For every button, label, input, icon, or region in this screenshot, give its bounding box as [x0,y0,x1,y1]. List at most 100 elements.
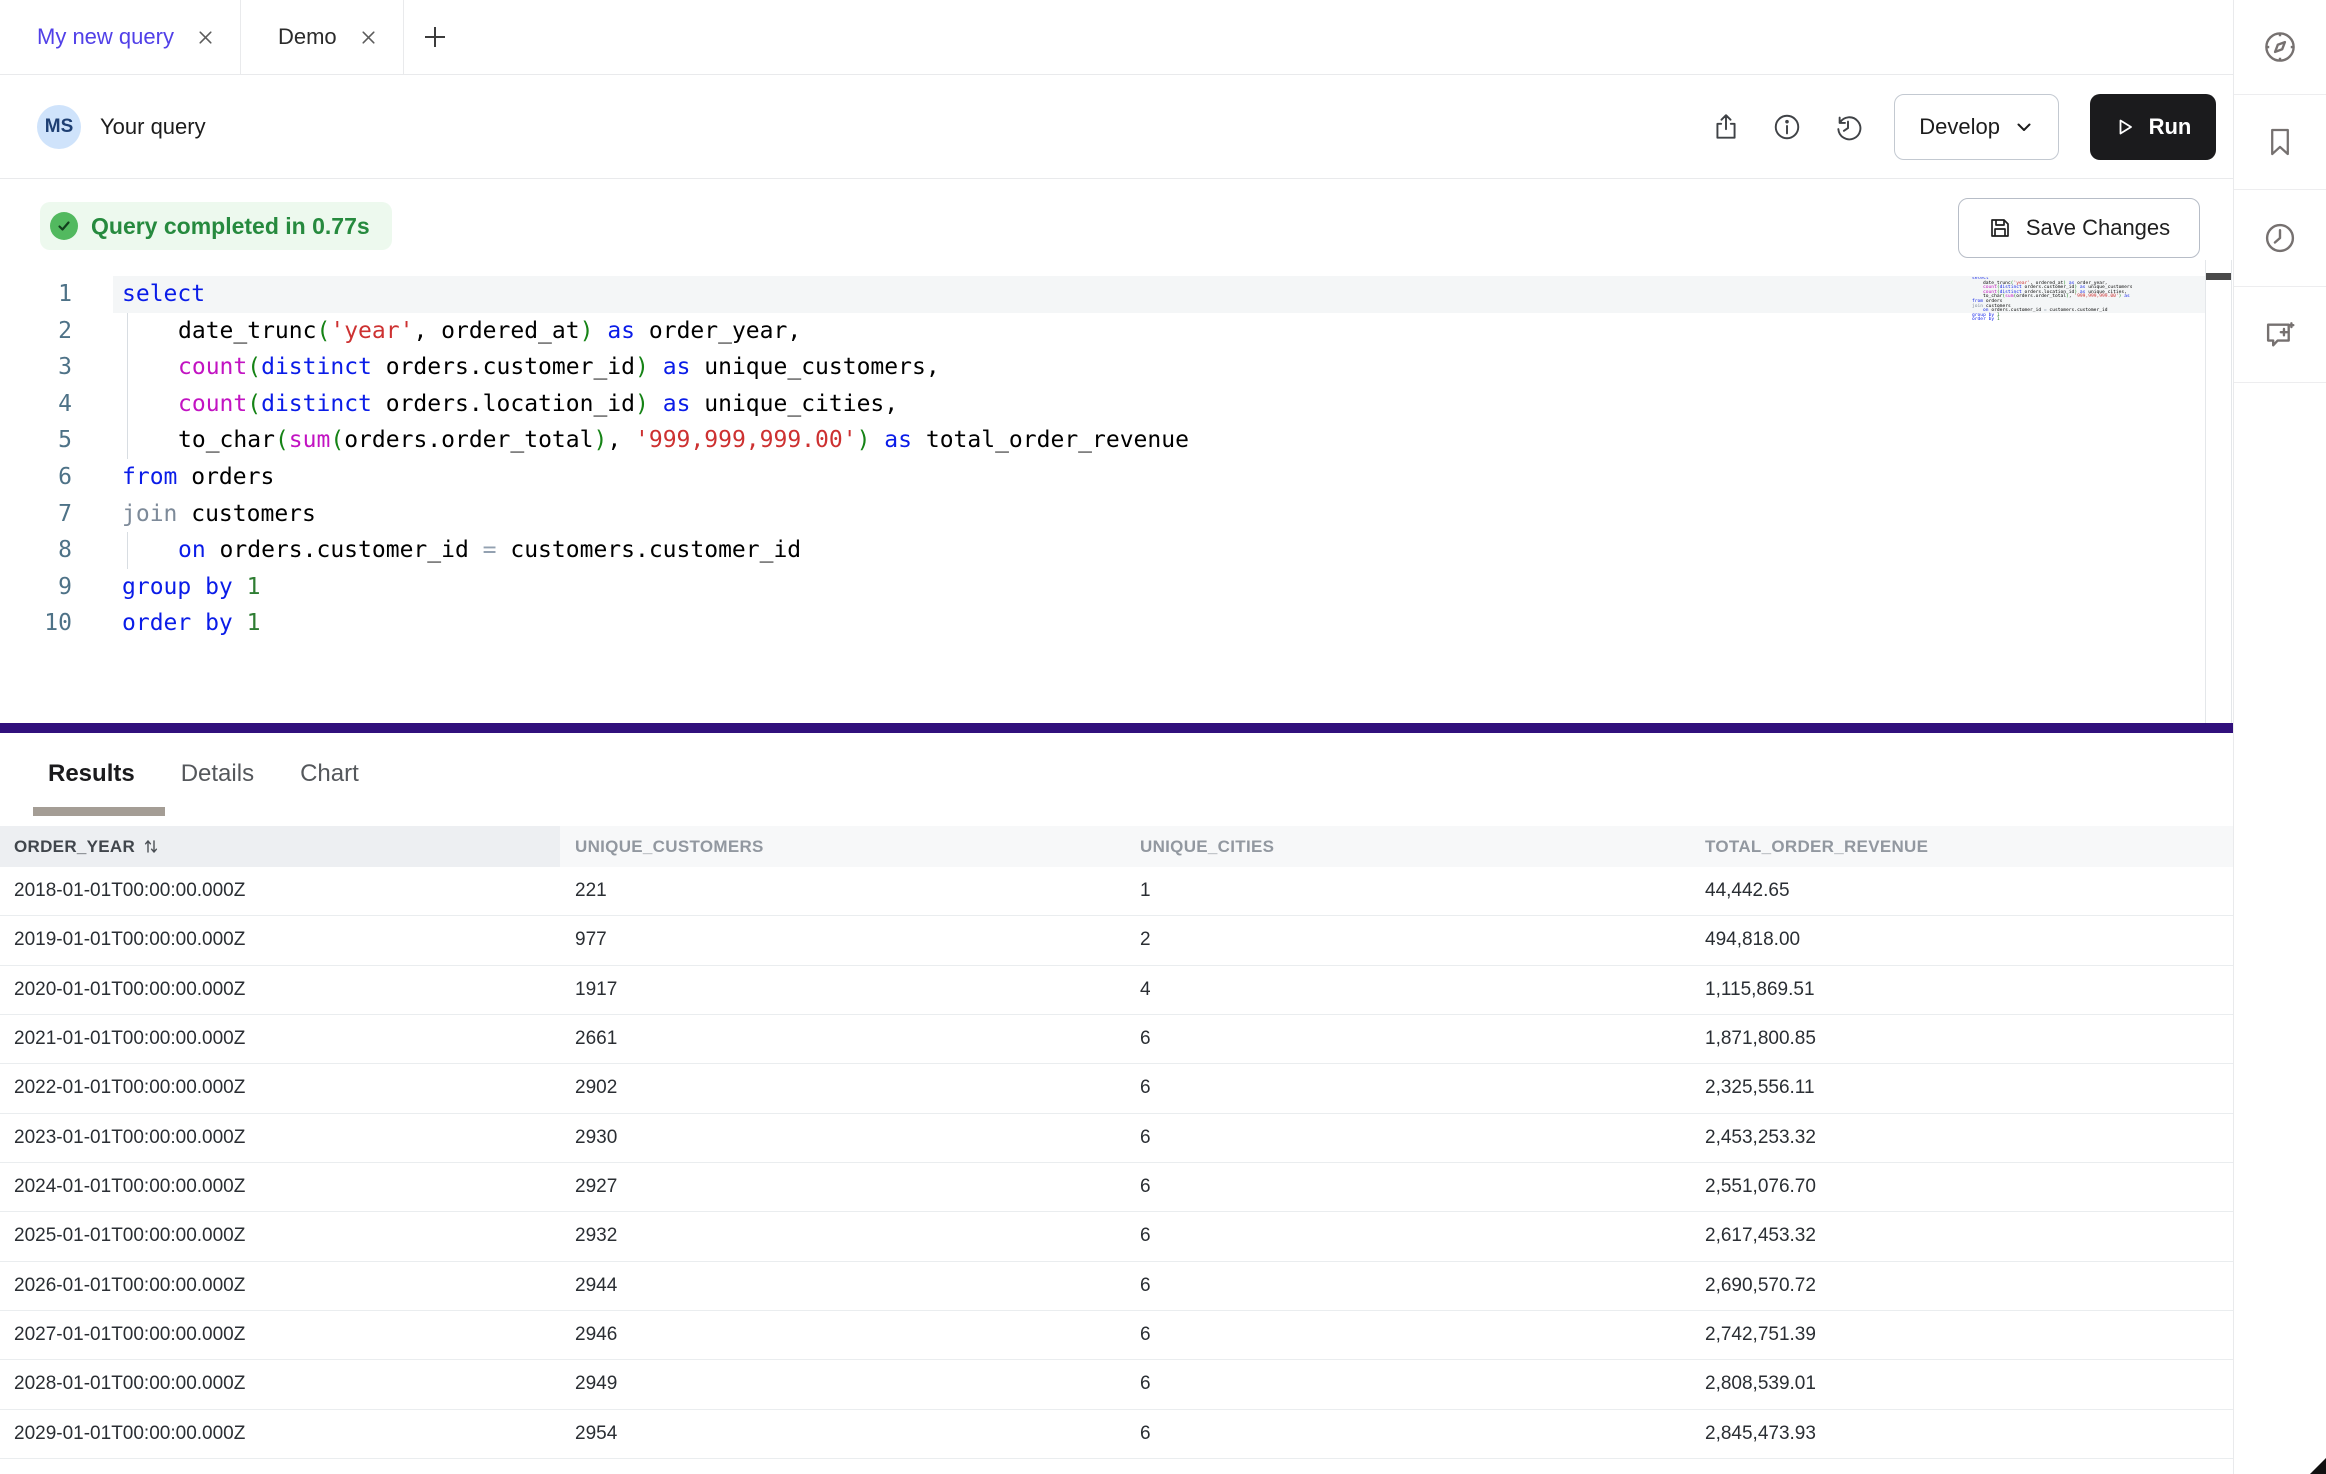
token: unique_customers, [690,354,939,380]
table-cell: 2902 [575,1064,1125,1113]
info-button[interactable] [1772,112,1802,142]
run-button[interactable]: Run [2090,94,2216,160]
table-cell: 6 [1140,1114,1690,1163]
results-tab-details[interactable]: Details [181,760,254,788]
token: , ordered_at [413,318,579,344]
results-table: 2018-01-01T00:00:00.000Z221144,442.65201… [0,867,2233,1474]
token: date_trunc [178,318,316,344]
column-header-order_year[interactable]: ORDER_YEAR [0,826,560,867]
code-line[interactable]: 5to_char(sum(orders.order_total), '999,9… [0,422,2233,459]
status-badge: Query completed in 0.77s [40,202,392,250]
token: ) [857,427,871,453]
success-check-icon [50,212,78,240]
code-text: on orders.customer_id = customers.custom… [113,532,2205,569]
column-header-total_order_revenue[interactable]: TOTAL_ORDER_REVENUE [1690,826,2233,867]
code-text: group by 1 [113,569,2205,606]
token: as [607,318,635,344]
chevron-down-icon [2014,117,2034,137]
tab-close-icon[interactable] [359,28,378,47]
table-row: 2023-01-01T00:00:00.000Z293062,453,253.3… [0,1114,2233,1163]
line-number: 8 [0,532,72,569]
token: ) [635,354,649,380]
code-line[interactable]: 2date_trunc('year', ordered_at) as order… [0,313,2233,350]
column-header-label: TOTAL_ORDER_REVENUE [1705,837,1928,857]
sidebar-item-ai-assistant[interactable] [2234,287,2326,383]
results-tab-chart[interactable]: Chart [300,760,359,788]
token: ( [330,427,344,453]
sidebar-item-explore[interactable] [2234,0,2326,95]
clock-icon [2262,220,2298,256]
save-changes-label: Save Changes [2026,215,2170,241]
token: total_order_revenue [912,427,1189,453]
results-tabs: Results Details Chart [0,733,2233,815]
token: on [178,537,206,563]
minimap-token: 1 [1997,317,2000,322]
editor-scrollbar-thumb[interactable] [2206,273,2231,280]
table-cell: 6 [1140,1212,1690,1261]
token: ( [247,354,261,380]
bookmark-icon [2263,125,2297,159]
sidebar-item-bookmarks[interactable] [2234,95,2326,190]
table-cell: 2954 [575,1410,1125,1459]
minimap-token: orders.order_total [2016,294,2066,299]
table-cell: 2,845,473.93 [1705,1410,2233,1459]
code-line[interactable]: 8 on orders.customer_id = customers.custo… [0,532,2233,569]
develop-button[interactable]: Develop [1894,94,2059,160]
table-cell: 2027-01-01T00:00:00.000Z [14,1311,560,1360]
tab-close-icon[interactable] [196,28,215,47]
sidebar-item-history[interactable] [2234,190,2326,287]
token: group by [122,574,233,600]
query-header: MS Your query [0,75,2233,179]
run-button-label: Run [2149,114,2192,140]
table-cell: 2949 [575,1360,1125,1409]
line-number: 1 [0,276,72,313]
line-number: 2 [0,313,72,350]
token: orders [177,464,274,490]
table-cell: 1917 [575,966,1125,1015]
token: orders.customer_id [372,354,635,380]
code-line[interactable]: 1select [0,276,2233,313]
line-number: 3 [0,349,72,386]
editor-minimap[interactable]: selectdate_trunc('year', ordered_at) as … [1972,277,2132,327]
active-tab-indicator [33,807,165,816]
table-row: 2020-01-01T00:00:00.000Z191741,115,869.5… [0,966,2233,1015]
token: sum [289,427,331,453]
table-cell: 6 [1140,1015,1690,1064]
code-line[interactable]: 6from orders [0,459,2233,496]
sql-editor[interactable]: 1select2 date_trunc ( 'year', ordered_at) a… [0,276,2233,642]
table-cell: 2026-01-01T00:00:00.000Z [14,1262,560,1311]
new-tab-button[interactable] [404,0,466,74]
sort-icon[interactable] [143,838,159,855]
code-line[interactable]: 3 count(distinct orders.customer_id) as u… [0,349,2233,386]
tab-my-new-query[interactable]: My new query [0,0,241,74]
code-line[interactable]: 7join customers [0,496,2233,533]
table-row: 2022-01-01T00:00:00.000Z290262,325,556.1… [0,1064,2233,1113]
line-number: 5 [0,422,72,459]
avatar: MS [37,105,81,149]
results-tab-results[interactable]: Results [48,760,135,788]
table-cell: 6 [1140,1064,1690,1113]
column-header-unique_cities[interactable]: UNIQUE_CITIES [1125,826,1690,867]
table-cell: 44,442.65 [1705,867,2233,916]
tab-demo[interactable]: Demo [241,0,404,74]
panel-splitter[interactable] [0,723,2233,733]
history-icon [1833,112,1863,142]
code-line[interactable]: 10order by 1 [0,605,2233,642]
share-button[interactable] [1711,112,1741,142]
token: count [178,391,247,417]
code-line[interactable]: 9group by 1 [0,569,2233,606]
token [870,427,884,453]
code-line[interactable]: 4count(distinct orders.location_id) as u… [0,386,2233,423]
table-cell: 2,690,570.72 [1705,1262,2233,1311]
table-cell: 2,617,453.32 [1705,1212,2233,1261]
column-header-unique_customers[interactable]: UNIQUE_CUSTOMERS [560,826,1125,867]
token: 'year' [330,318,413,344]
table-cell: 4 [1140,966,1690,1015]
table-cell: 2,453,253.32 [1705,1114,2233,1163]
editor-scrollbar[interactable] [2205,260,2232,723]
history-button[interactable] [1833,112,1863,142]
code-text: count(distinct orders.customer_id) as un… [113,349,2205,386]
minimap-token: '999,999,999.00' [2074,294,2118,299]
table-cell: 6 [1140,1410,1690,1459]
save-changes-button[interactable]: Save Changes [1958,198,2200,258]
